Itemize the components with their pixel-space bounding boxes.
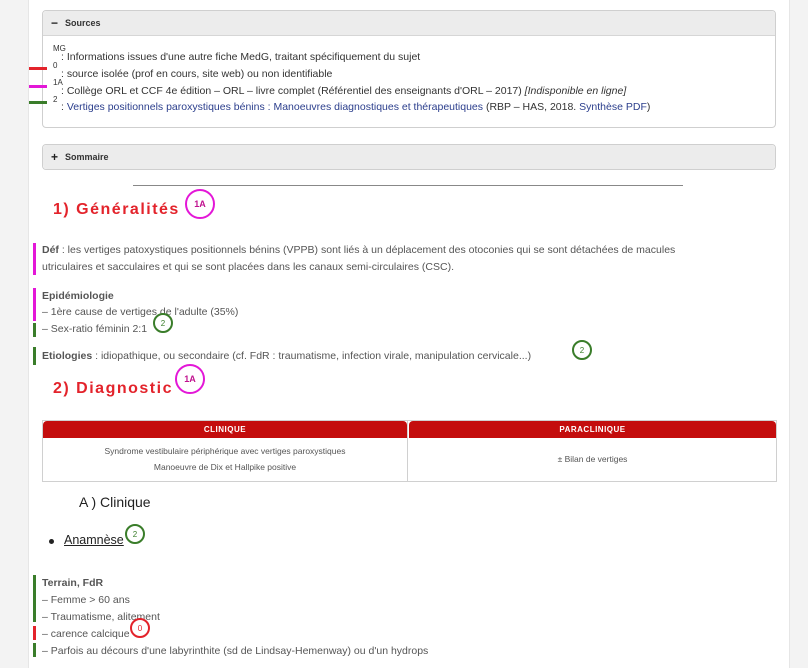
- table-cell-paraclinique: ± Bilan de vertiges: [557, 454, 628, 464]
- level-badge-2: 2: [572, 340, 592, 360]
- source-2: : Vertiges positionnels paroxystiques bé…: [61, 101, 651, 113]
- terrain-3-bar: [33, 626, 36, 640]
- sommaire-panel[interactable]: + Sommaire: [42, 144, 776, 170]
- source-1a: : Collège ORL et CCF 4e édition – ORL – …: [61, 85, 627, 97]
- terrain-item-4: – Parfois au décours d'une labyrinthite …: [42, 645, 429, 657]
- terrain-4-bar: [33, 643, 36, 657]
- terrain-bar: [33, 575, 36, 622]
- epi-item-2: – Sex-ratio féminin 2:1: [42, 323, 148, 335]
- level-2-bar: [29, 101, 47, 104]
- table-column-divider: [407, 421, 408, 481]
- sommaire-title: Sommaire: [65, 152, 109, 162]
- epi-2-bar: [33, 323, 36, 337]
- level-badge-1a: 1A: [175, 364, 205, 394]
- bullet-dot: [49, 539, 54, 544]
- diagnostic-table: CLINIQUE PARACLINIQUE Syndrome vestibula…: [42, 420, 777, 482]
- def-line-1: Déf : les vertiges patoxystiques positio…: [42, 244, 676, 256]
- epi-label: Epidémiologie: [42, 290, 114, 302]
- article-page: − Sources MG : Informations issues d'une…: [28, 0, 790, 668]
- def-bar: [33, 243, 36, 275]
- divider: [133, 185, 683, 186]
- section-2-title: 2) Diagnostic: [53, 380, 173, 397]
- section-1-title: 1) Généralités: [53, 201, 180, 218]
- table-cell-clinique: Syndrome vestibulaire périphérique avec …: [104, 446, 346, 472]
- source-1a-note: [Indisponible en ligne]: [524, 85, 627, 97]
- source-0: : source isolée (prof en cours, site web…: [61, 68, 333, 80]
- level-badge-2: 2: [125, 524, 145, 544]
- level-0: 0: [53, 61, 58, 70]
- collapse-icon[interactable]: −: [51, 16, 65, 30]
- source-mg: : Informations issues d'une autre fiche …: [61, 51, 421, 63]
- sommaire-header[interactable]: + Sommaire: [43, 145, 775, 169]
- etio-bar: [33, 347, 36, 365]
- anamnese-link[interactable]: Anamnèse: [64, 533, 124, 547]
- sources-title: Sources: [65, 18, 101, 28]
- epi-item-1: – 1ère cause de vertiges de l'adulte (35…: [42, 306, 239, 318]
- def-line-2: utriculaires et sacculaires et qui se so…: [42, 261, 455, 273]
- etio-line: Etiologies : idiopathique, ou secondaire…: [42, 350, 532, 362]
- table-header-paraclinique: PARACLINIQUE: [409, 421, 776, 438]
- level-badge-1a: 1A: [185, 189, 215, 219]
- level-2: 2: [53, 95, 58, 104]
- source-2-link[interactable]: Vertiges positionnels paroxystiques béni…: [67, 101, 483, 113]
- terrain-item-3: – carence calcique: [42, 628, 130, 640]
- expand-icon[interactable]: +: [51, 150, 65, 164]
- subsection-title: A ) Clinique: [79, 494, 151, 510]
- terrain-item-1: – Femme > 60 ans: [42, 594, 130, 606]
- table-header-clinique: CLINIQUE: [43, 421, 407, 438]
- epi-bar: [33, 288, 36, 321]
- terrain-label: Terrain, FdR: [42, 577, 104, 589]
- sources-panel: − Sources MG : Informations issues d'une…: [42, 10, 776, 128]
- synthese-pdf-link[interactable]: Synthèse PDF: [579, 101, 647, 113]
- level-1a-bar: [29, 85, 47, 88]
- sources-header[interactable]: − Sources: [43, 11, 775, 36]
- level-badge-0: 0: [130, 618, 150, 638]
- level-badge-2: 2: [153, 313, 173, 333]
- level-0-bar: [29, 67, 47, 70]
